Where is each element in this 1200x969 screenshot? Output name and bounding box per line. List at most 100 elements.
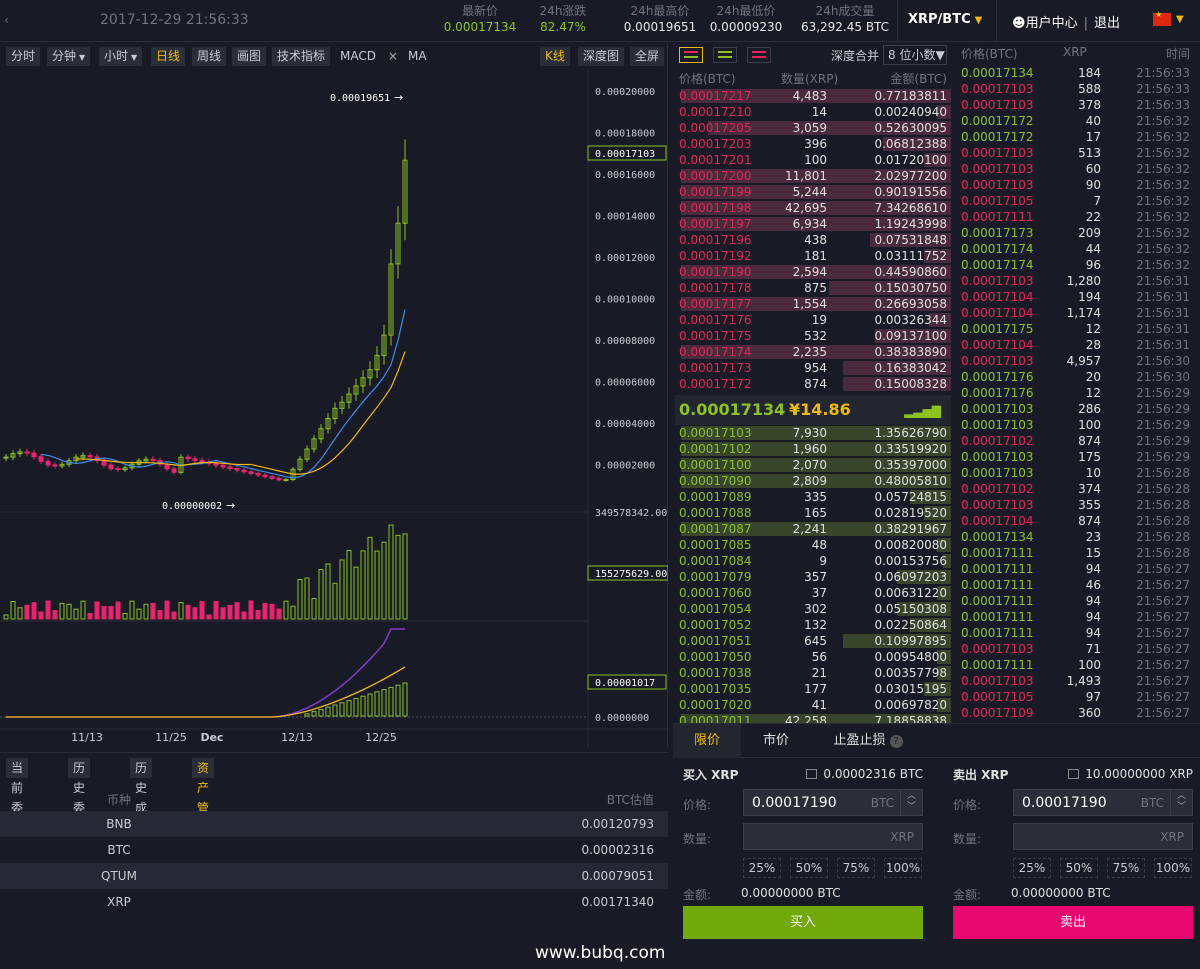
bid-row[interactable]: 0.00017054 302 0.05150308 (675, 601, 951, 617)
chevron-down-icon[interactable]: ▼ (1176, 14, 1184, 25)
depth-chart-button[interactable]: 深度图 (578, 47, 625, 66)
tab-open-orders[interactable]: 当前委托 (6, 758, 29, 835)
stat-label: 24h最高价 (630, 4, 690, 18)
trade-qty: 184 (1078, 66, 1101, 80)
fullscreen-button[interactable]: 全屏 (630, 47, 665, 66)
bid-row[interactable]: 0.00017079 357 0.06097203 (675, 569, 951, 585)
bid-row[interactable]: 0.00017052 132 0.02250864 (675, 617, 951, 633)
ask-qty: 532 (804, 329, 827, 343)
bid-row[interactable]: 0.00017088 165 0.02819520 (675, 505, 951, 521)
bid-row[interactable]: 0.00017051 645 0.10997895 (675, 633, 951, 649)
view-bids-icon[interactable] (713, 47, 737, 63)
tab-market[interactable]: 市价 (741, 724, 811, 758)
asset-row[interactable]: XRP 0.00171340 (0, 889, 668, 915)
interval-day-button[interactable]: 日线 (151, 47, 186, 66)
bid-row[interactable]: 0.00017050 56 0.00954800 (675, 649, 951, 665)
asset-row[interactable]: QTUM 0.00079051 (0, 863, 668, 889)
ask-row[interactable]: 0.00017178 875 0.15030750 (675, 280, 951, 296)
stat-label: 24h最低价 (716, 4, 776, 18)
ask-row[interactable]: 0.00017176 19 0.00326344 (675, 312, 951, 328)
ask-row[interactable]: 0.00017192 181 0.03111752 (675, 248, 951, 264)
asset-row[interactable]: BNB 0.00120793 (0, 811, 668, 837)
buy-qty-label: 数量: (683, 832, 712, 846)
tab-order-history[interactable]: 历史委托 (68, 758, 91, 835)
ask-row[interactable]: 0.00017217 4,483 0.77183811 (675, 88, 951, 104)
pair-selector[interactable]: XRP/BTC ▼ (897, 0, 997, 42)
price-stepper-icon[interactable]: ︿ ﹀ (900, 790, 922, 815)
interval-hour-button[interactable]: 小时 ▼ (99, 47, 143, 66)
logout-link[interactable]: 退出 (1094, 16, 1120, 31)
bid-row[interactable]: 0.00017089 335 0.05724815 (675, 489, 951, 505)
kline-chart[interactable]: 0.00020000 0.00018000 0.00016000 0.00014000… (0, 69, 668, 748)
bid-row[interactable]: 0.00017084 9 0.00153756 (675, 553, 951, 569)
tab-asset-management[interactable]: 资产管理 (192, 758, 215, 835)
bid-row[interactable]: 0.00017100 2,070 0.35397000 (675, 457, 951, 473)
buy-pct-100[interactable]: 100% (884, 858, 922, 878)
bid-row[interactable]: 0.00017020 41 0.00697820 (675, 697, 951, 713)
bid-row[interactable]: 0.00017103 7,930 1.35626790 (675, 425, 951, 441)
sell-pct-75[interactable]: 75% (1107, 858, 1145, 878)
interval-week-button[interactable]: 周线 (192, 47, 227, 66)
candle-body (45, 460, 51, 466)
sell-button[interactable]: 卖出 (953, 906, 1193, 939)
buy-pct-75[interactable]: 75% (837, 858, 875, 878)
ask-row[interactable]: 0.00017173 954 0.16383042 (675, 360, 951, 376)
asset-row[interactable]: BTC 0.00002316 (0, 837, 668, 863)
ask-row[interactable]: 0.00017199 5,244 0.90191556 (675, 184, 951, 200)
draw-button[interactable]: 画图 (232, 47, 267, 66)
ask-row[interactable]: 0.00017177 1,554 0.26693058 (675, 296, 951, 312)
bid-row[interactable]: 0.00017102 1,960 0.33519920 (675, 441, 951, 457)
tab-trade-history[interactable]: 历史成交 (130, 758, 153, 835)
trade-price: 0.00017104 (961, 338, 1034, 352)
bid-row[interactable]: 0.00017085 48 0.00820080 (675, 537, 951, 553)
ask-row[interactable]: 0.00017200 11,801 2.02977200 (675, 168, 951, 184)
interval-timeline-button[interactable]: 分时 (6, 47, 41, 66)
macd-indicator[interactable]: MACD (340, 47, 376, 66)
bid-row[interactable]: 0.00017035 177 0.03015195 (675, 681, 951, 697)
ask-row[interactable]: 0.00017174 2,235 0.38383890 (675, 344, 951, 360)
indicators-button[interactable]: 技术指标 (272, 47, 331, 66)
buy-pct-50[interactable]: 50% (790, 858, 828, 878)
buy-pct-25[interactable]: 25% (743, 858, 781, 878)
sell-pct-50[interactable]: 50% (1060, 858, 1098, 878)
close-icon[interactable]: × (388, 47, 398, 66)
ask-row[interactable]: 0.00017196 438 0.07531848 (675, 232, 951, 248)
bid-row[interactable]: 0.00017090 2,809 0.48005810 (675, 473, 951, 489)
order-type-tabs: 限价 市价 止盈止损? (673, 724, 1200, 758)
sell-qty-input[interactable]: XRP (1013, 823, 1193, 850)
ask-row[interactable]: 0.00017205 3,059 0.52630095 (675, 120, 951, 136)
sell-pct-25[interactable]: 25% (1013, 858, 1051, 878)
ask-row[interactable]: 0.00017198 42,695 7.34268610 (675, 200, 951, 216)
bid-row[interactable]: 0.00017060 37 0.00631220 (675, 585, 951, 601)
back-arrow-icon[interactable]: ‹ (4, 13, 9, 27)
depth-select[interactable]: 8 位小数▼ (883, 45, 947, 65)
buy-button[interactable]: 买入 (683, 906, 923, 939)
bid-amount: 0.00697820 (874, 698, 947, 712)
interval-minute-button[interactable]: 分钟 ▼ (47, 47, 91, 66)
ask-row[interactable]: 0.00017190 2,594 0.44590860 (675, 264, 951, 280)
ma-indicator[interactable]: MA (408, 47, 427, 66)
trade-row: 0.00017102 374 21:56:28 (957, 481, 1200, 497)
buy-qty-input[interactable]: XRP (743, 823, 923, 850)
price-stepper-icon[interactable]: ︿ ﹀ (1170, 790, 1192, 815)
ask-row[interactable]: 0.00017197 6,934 1.19243998 (675, 216, 951, 232)
view-both-icon[interactable] (679, 47, 703, 63)
bid-row[interactable]: 0.00017087 2,241 0.38291967 (675, 521, 951, 537)
kline-button[interactable]: K线 (540, 47, 570, 66)
ask-row[interactable]: 0.00017210 14 0.00240940 (675, 104, 951, 120)
ask-row[interactable]: 0.00017203 396 0.06812388 (675, 136, 951, 152)
cn-flag-icon[interactable] (1153, 10, 1171, 26)
bid-amount: 0.00357798 (874, 666, 947, 680)
view-asks-icon[interactable] (747, 47, 771, 63)
ask-row[interactable]: 0.00017175 532 0.09137100 (675, 328, 951, 344)
ask-row[interactable]: 0.00017201 100 0.01720100 (675, 152, 951, 168)
bid-row[interactable]: 0.00017038 21 0.00357798 (675, 665, 951, 681)
sell-price-input[interactable]: 0.00017190 BTC ︿ ﹀ (1013, 789, 1193, 816)
sell-pct-100[interactable]: 100% (1154, 858, 1192, 878)
user-center-link[interactable]: 用户中心 (1026, 16, 1078, 31)
help-icon[interactable]: ? (889, 735, 903, 748)
buy-price-input[interactable]: 0.00017190 BTC ︿ ﹀ (743, 789, 923, 816)
ask-row[interactable]: 0.00017172 874 0.15008328 (675, 376, 951, 392)
tab-stop-limit[interactable]: 止盈止损? (813, 724, 923, 758)
tab-limit[interactable]: 限价 (673, 724, 741, 758)
